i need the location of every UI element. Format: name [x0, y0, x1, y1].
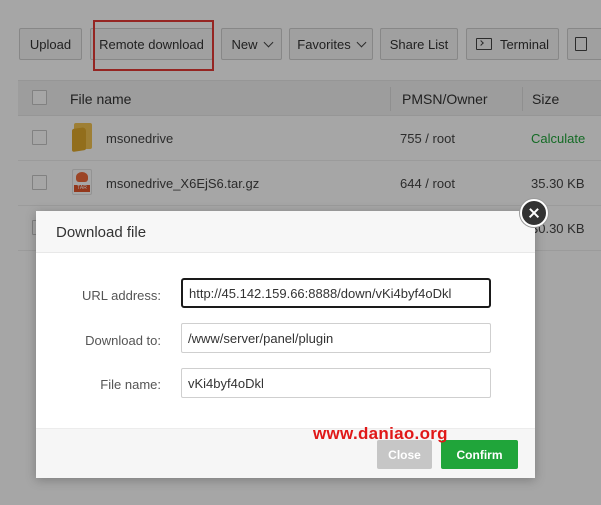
download-to-input[interactable]: [181, 323, 491, 353]
confirm-button[interactable]: Confirm: [441, 440, 518, 469]
url-input[interactable]: [181, 278, 491, 308]
url-label: URL address:: [82, 288, 161, 303]
close-button[interactable]: Close: [377, 440, 432, 469]
dialog-footer: Close Confirm: [36, 428, 535, 478]
close-icon[interactable]: [520, 199, 548, 227]
file-name-input[interactable]: [181, 368, 491, 398]
download-to-label: Download to:: [85, 333, 161, 348]
dialog-title: Download file: [56, 224, 147, 241]
dialog-title-bar: Download file: [36, 211, 535, 253]
file-name-label: File name:: [100, 377, 161, 392]
download-file-dialog: Download file URL address: Download to: …: [36, 211, 535, 478]
watermark: www.daniao.org: [313, 424, 448, 443]
